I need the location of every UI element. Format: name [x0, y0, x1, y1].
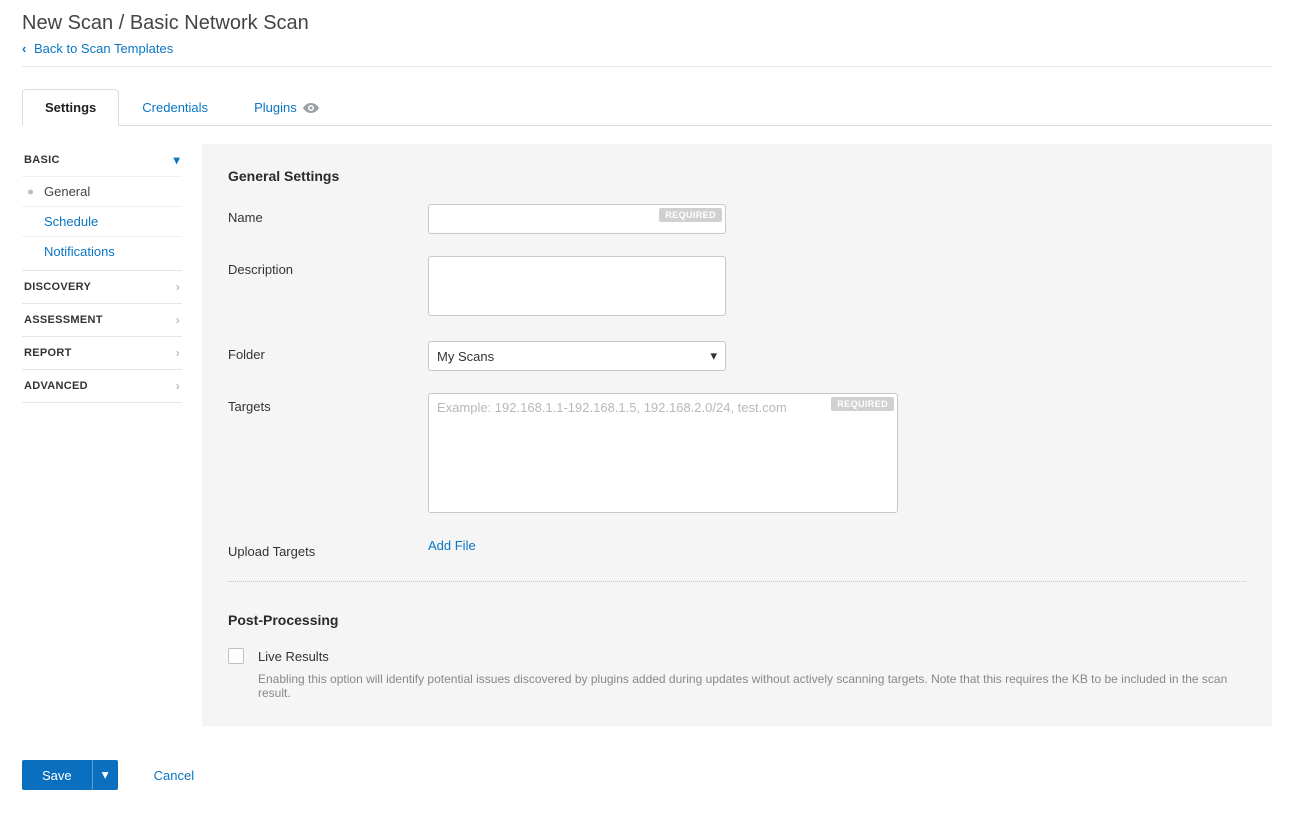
section-general-title: General Settings [228, 168, 1246, 184]
required-badge: REQUIRED [831, 397, 894, 411]
required-badge: REQUIRED [659, 208, 722, 222]
chevron-right-icon: › [176, 379, 180, 393]
add-file-link[interactable]: Add File [428, 538, 476, 553]
chevron-right-icon: › [176, 280, 180, 294]
chevron-down-icon: ▾ [174, 153, 180, 167]
tab-plugins[interactable]: Plugins [231, 89, 342, 125]
sidebar-item-general[interactable]: General [22, 176, 182, 206]
label-description: Description [228, 256, 428, 319]
label-name: Name [228, 204, 428, 234]
sidebar-section-advanced[interactable]: ADVANCED › [22, 370, 182, 402]
chevron-right-icon: › [176, 313, 180, 327]
sidebar-section-discovery[interactable]: DISCOVERY › [22, 271, 182, 303]
sidebar: BASIC ▾ General Schedule Notifications D… [22, 144, 182, 726]
caret-down-icon: ▾ [710, 348, 717, 364]
chevron-right-icon: › [176, 346, 180, 360]
live-results-checkbox[interactable] [228, 648, 244, 664]
sidebar-section-basic[interactable]: BASIC ▾ [22, 144, 182, 176]
eye-icon [303, 103, 319, 113]
live-results-help: Enabling this option will identify poten… [258, 672, 1246, 700]
tab-plugins-label: Plugins [254, 100, 297, 115]
save-button[interactable]: Save [22, 760, 92, 790]
sidebar-section-assessment-label: ASSESSMENT [24, 314, 103, 326]
sidebar-section-assessment[interactable]: ASSESSMENT › [22, 304, 182, 336]
sidebar-section-report-label: REPORT [24, 347, 72, 359]
form-panel: General Settings Name REQUIRED Descripti… [202, 144, 1272, 726]
live-results-label: Live Results [258, 649, 329, 664]
back-link-label: Back to Scan Templates [34, 41, 173, 56]
back-link[interactable]: ‹ Back to Scan Templates [22, 41, 173, 56]
folder-select[interactable]: My Scans ▾ [428, 341, 726, 371]
targets-input[interactable] [428, 393, 898, 513]
caret-down-icon: ▾ [102, 767, 109, 783]
sidebar-section-advanced-label: ADVANCED [24, 380, 88, 392]
folder-select-value: My Scans [437, 349, 494, 364]
divider [228, 581, 1246, 582]
tab-credentials[interactable]: Credentials [119, 89, 231, 125]
description-input[interactable] [428, 256, 726, 316]
label-upload-targets: Upload Targets [228, 538, 428, 559]
cancel-link[interactable]: Cancel [154, 768, 194, 783]
page-title: New Scan / Basic Network Scan [22, 12, 1272, 35]
sidebar-item-notifications[interactable]: Notifications [22, 236, 182, 266]
save-dropdown-button[interactable]: ▾ [92, 760, 118, 790]
sidebar-section-report[interactable]: REPORT › [22, 337, 182, 369]
label-targets: Targets [228, 393, 428, 516]
sidebar-section-basic-label: BASIC [24, 154, 60, 166]
chevron-left-icon: ‹ [22, 41, 26, 56]
section-post-title: Post-Processing [228, 612, 1246, 628]
tabs: Settings Credentials Plugins [22, 89, 1272, 126]
sidebar-item-schedule[interactable]: Schedule [22, 206, 182, 236]
label-folder: Folder [228, 341, 428, 371]
tab-settings[interactable]: Settings [22, 89, 119, 126]
sidebar-section-discovery-label: DISCOVERY [24, 281, 91, 293]
